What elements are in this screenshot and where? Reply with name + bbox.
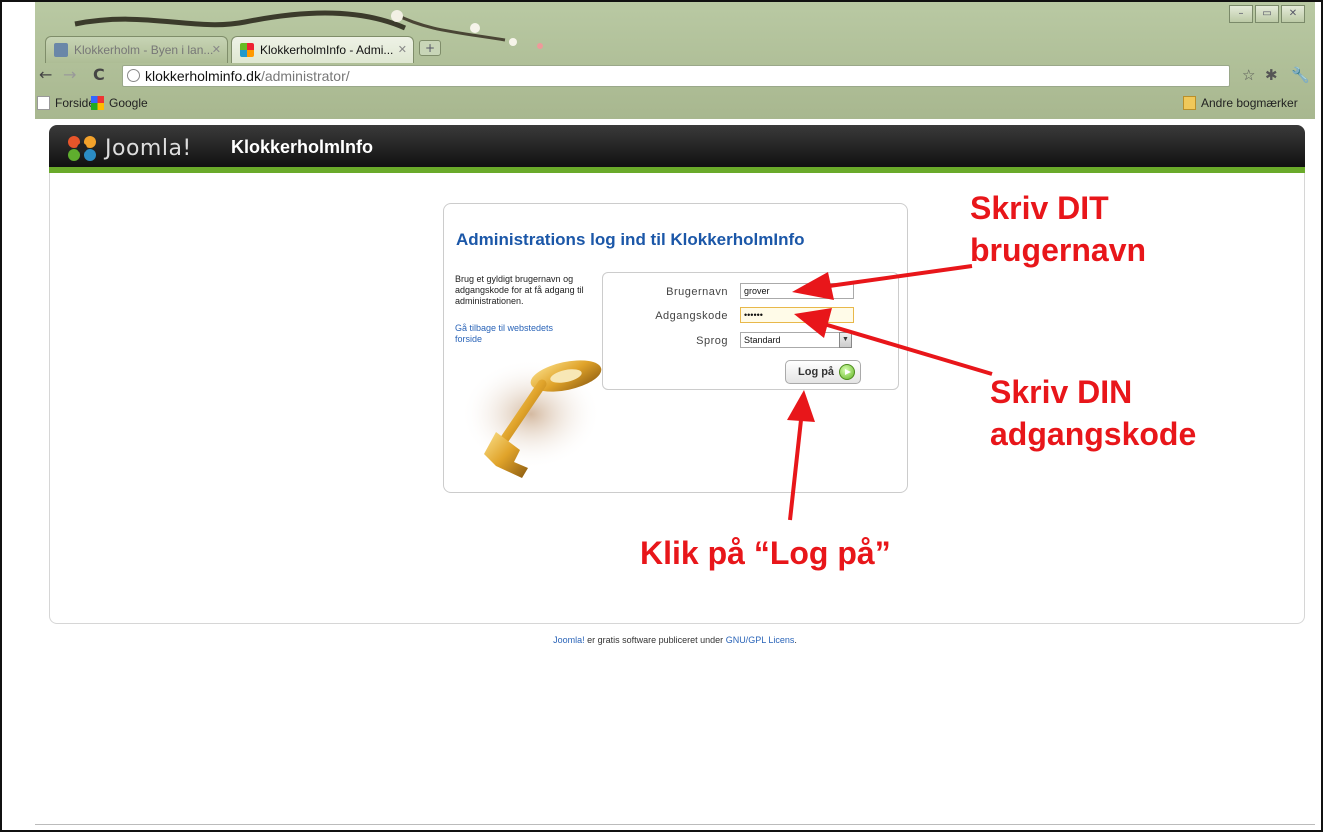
joomla-admin-header: Joomla! KlokkerholmInfo [49, 125, 1305, 173]
bookmark-label: Forside [55, 96, 96, 110]
forward-arrow-icon[interactable]: → [63, 65, 76, 84]
reload-icon[interactable]: C [93, 65, 105, 84]
bookmark-star-icon[interactable]: ☆ [1242, 66, 1255, 84]
wrench-icon[interactable]: 🔧 [1291, 66, 1310, 84]
annotation-username: Skriv DIT brugernavn [970, 187, 1146, 271]
login-description: Brug et gyldigt brugernavn og adgangskod… [455, 274, 584, 306]
login-title: Administrations log ind til KlokkerholmI… [456, 230, 805, 249]
bookmark-forside[interactable]: Forside [37, 93, 95, 113]
joomla-logo-icon [68, 136, 96, 161]
login-panel: Administrations log ind til KlokkerholmI… [443, 203, 908, 493]
joomla-favicon-icon [240, 43, 254, 57]
site-favicon-icon [54, 43, 68, 57]
tab-label: KlokkerholmInfo - Admi... [260, 43, 394, 57]
login-button[interactable]: Log på [785, 360, 861, 384]
other-bookmarks-label: Andre bogmærker [1201, 96, 1298, 110]
back-to-site-link[interactable]: Gå tilbage til webstedets forside [455, 323, 575, 345]
annotation-login-button: Klik på “Log på” [640, 535, 891, 571]
footer-text: er gratis software publiceret under [584, 635, 726, 645]
folder-icon [1183, 96, 1196, 110]
username-input[interactable] [740, 283, 854, 299]
page-bottom-edge [35, 824, 1315, 830]
username-row: Brugernavn [603, 283, 900, 301]
annotation-password-line1: Skriv DIN [990, 374, 1133, 410]
bookmark-label: Google [109, 96, 148, 110]
address-path: /administrator/ [260, 68, 350, 84]
language-select[interactable]: Standard ▼ [740, 332, 852, 348]
page-menu-icon[interactable]: ✱ [1265, 66, 1278, 84]
dropdown-arrow-icon[interactable]: ▼ [839, 332, 852, 348]
back-arrow-icon[interactable]: ← [39, 65, 52, 84]
joomla-link[interactable]: Joomla! [553, 635, 585, 645]
other-bookmarks[interactable]: Andre bogmærker [1183, 93, 1298, 113]
joomla-logo: Joomla! [65, 134, 192, 162]
page-info-icon [127, 69, 140, 82]
annotation-username-line1: Skriv DIT [970, 190, 1109, 226]
username-label: Brugernavn [666, 286, 728, 298]
joomla-wordmark: Joomla! [105, 135, 192, 161]
language-selected-value: Standard [744, 335, 781, 345]
annotation-username-line2: brugernavn [970, 232, 1147, 268]
password-input[interactable] [740, 307, 854, 323]
page-icon [37, 96, 50, 110]
password-row: Adgangskode [603, 307, 900, 325]
tab-strip: Klokkerholm - Byen i lan... ✕ Klokkerhol… [35, 32, 1315, 63]
go-arrow-icon [839, 364, 855, 380]
screenshot-frame: Klokkerholm - Byen i lan... ✕ Klokkerhol… [0, 0, 1323, 832]
address-domain: klokkerholminfo.dk [145, 68, 261, 84]
google-icon [91, 96, 104, 110]
golden-key-icon [461, 359, 602, 478]
site-name: KlokkerholmInfo [231, 137, 374, 157]
bookmark-google[interactable]: Google [91, 93, 148, 113]
login-form: Brugernavn Adgangskode Sprog Standard ▼ [602, 272, 899, 390]
annotation-password-line2: adgangskode [990, 416, 1197, 452]
password-label: Adgangskode [655, 310, 728, 322]
window-controls: – ▭ ✕ [1229, 5, 1305, 23]
page-footer: Joomla! er gratis software publiceret un… [35, 635, 1315, 645]
new-tab-button[interactable]: + [419, 40, 441, 56]
license-link[interactable]: GNU/GPL Licens [726, 635, 795, 645]
close-tab-icon[interactable]: ✕ [398, 37, 407, 63]
bookmarks-bar: Forside Google Andre bogmærker [35, 91, 1315, 115]
browser-chrome: Klokkerholm - Byen i lan... ✕ Klokkerhol… [35, 2, 1315, 119]
tab-klokkerholminfo-admin[interactable]: KlokkerholmInfo - Admi... ✕ [231, 36, 414, 63]
close-tab-icon[interactable]: ✕ [212, 37, 221, 63]
language-label: Sprog [696, 335, 728, 347]
tab-label: Klokkerholm - Byen i lan... [74, 43, 214, 57]
close-window-button[interactable]: ✕ [1281, 5, 1305, 23]
address-bar[interactable]: klokkerholminfo.dk/administrator/ [122, 65, 1230, 87]
minimize-button[interactable]: – [1229, 5, 1253, 23]
footer-period: . [794, 635, 797, 645]
tab-klokkerholm[interactable]: Klokkerholm - Byen i lan... ✕ [45, 36, 228, 63]
browser-toolbar: ← → C klokkerholminfo.dk/administrator/ … [35, 62, 1315, 91]
language-row: Sprog Standard ▼ [603, 332, 900, 350]
annotation-password: Skriv DIN adgangskode [990, 371, 1196, 455]
maximize-button[interactable]: ▭ [1255, 5, 1279, 23]
login-button-label: Log på [798, 366, 835, 378]
